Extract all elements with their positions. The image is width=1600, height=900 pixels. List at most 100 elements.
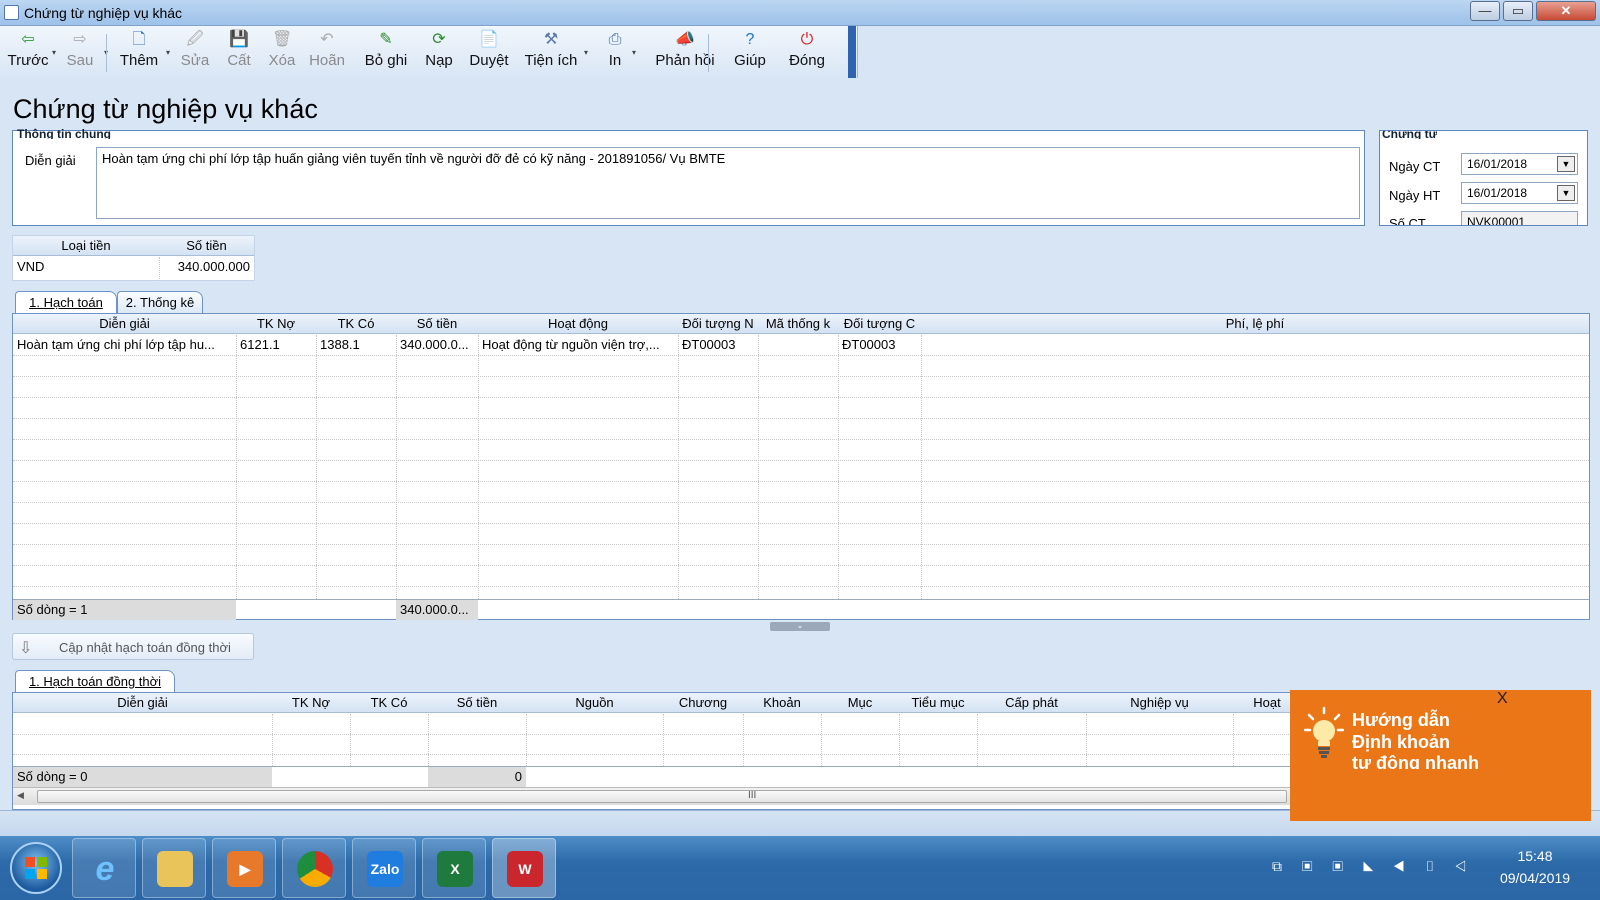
dropdown-arrow-icon[interactable]: ▾: [52, 48, 56, 57]
table-cell[interactable]: Hoạt động từ nguồn viện trợ,...: [478, 335, 678, 355]
toolbar-button-13[interactable]: ? Giúp: [730, 28, 770, 76]
column-header[interactable]: Khoản: [743, 693, 821, 713]
misa-icon: W: [507, 851, 543, 887]
maximize-button[interactable]: ▭: [1503, 1, 1533, 21]
chevron-down-icon[interactable]: ▼: [1557, 156, 1575, 172]
toolbar-button-3[interactable]: 🖉 Sửa: [175, 28, 215, 76]
table-cell[interactable]: ĐT00003: [678, 335, 758, 355]
column-header[interactable]: Đối tượng N: [678, 314, 758, 334]
toolbar-label: Đóng: [789, 52, 825, 69]
column-header[interactable]: Diễn giải: [13, 693, 272, 713]
toolbar-button-14[interactable]: ⏻ Đóng: [780, 28, 834, 76]
close-window-button[interactable]: ✕: [1536, 1, 1596, 21]
column-header[interactable]: Mục: [821, 693, 899, 713]
tray-icons[interactable]: ⧉ ▣ ▣ ◣ ◀ ▯ ◁: [1272, 858, 1474, 875]
column-header[interactable]: TK Nợ: [236, 314, 316, 334]
tab-hach-toan[interactable]: 1. Hạch toán: [15, 291, 117, 313]
toolbar-button-8[interactable]: ⟳ Nạp: [420, 28, 458, 76]
tab-hach-toan-dong-thoi[interactable]: 1. Hạch toán đồng thời: [15, 670, 175, 692]
column-header[interactable]: Hoạt động: [478, 314, 678, 334]
chevron-down-icon[interactable]: ▼: [1557, 185, 1575, 201]
voucher-group: Chứng từ Ngày CT 16/01/2018 ▼ Ngày HT 16…: [1379, 130, 1588, 226]
taskbar-app-4[interactable]: Zalo: [352, 838, 416, 898]
hint-popup[interactable]: Hướng dẫn Định khoản tự động nhanh X: [1290, 690, 1591, 821]
column-header[interactable]: Số tiền: [396, 314, 478, 334]
column-header[interactable]: Diễn giải: [13, 314, 236, 334]
column-header[interactable]: Mã thống k: [758, 314, 838, 334]
toolbar-button-2[interactable]: 🗋 Thêm ▾: [114, 28, 170, 76]
hint-line-1: Hướng dẫn: [1352, 710, 1450, 730]
clock-time[interactable]: 15:48: [1495, 848, 1575, 864]
windows-logo-icon: [25, 857, 47, 879]
toolbar-button-5[interactable]: 🗑 Xóa: [262, 28, 302, 76]
update-concurrent-button[interactable]: ⇩ Cập nhật hạch toán đồng thời: [12, 633, 254, 660]
tab-thong-ke[interactable]: 2. Thống kê: [117, 291, 203, 313]
table-cell[interactable]: Hoàn tạm ứng chi phí lớp tập hu...: [13, 335, 236, 355]
column-header[interactable]: Nguồn: [526, 693, 663, 713]
toolbar-overflow-strip[interactable]: [848, 26, 856, 78]
scroll-grip: III: [748, 790, 757, 801]
table-cell[interactable]: 340.000.0...: [396, 335, 478, 355]
approve-document-icon: 📄: [479, 31, 499, 48]
currency-amount[interactable]: 340.000.000: [159, 257, 254, 277]
column-header[interactable]: Số tiền: [428, 693, 526, 713]
column-header[interactable]: Loại tiền: [13, 236, 159, 256]
toolbar-button-10[interactable]: ⚒ Tiện ích ▾: [520, 28, 588, 76]
taskbar-app-5[interactable]: X: [422, 838, 486, 898]
hint-close-button[interactable]: X: [1497, 690, 1508, 708]
hint-line-3: tự động nhanh: [1352, 753, 1480, 769]
table-cell[interactable]: 1388.1: [316, 335, 396, 355]
date-ct-picker[interactable]: 16/01/2018 ▼: [1461, 153, 1578, 175]
table-cell[interactable]: [758, 335, 838, 355]
column-header[interactable]: Đối tượng C: [838, 314, 921, 334]
concurrent-grid: Diễn giải TK Nợ TK Có Số tiền Nguồn Chương Kho…: [12, 692, 1302, 810]
toolbar-button-1[interactable]: ⇨Sau▾: [58, 28, 108, 76]
description-field[interactable]: Hoàn tạm ứng chi phí lớp tập huấn giảng …: [96, 147, 1360, 219]
taskbar-app-3[interactable]: [282, 838, 346, 898]
column-header[interactable]: Tiểu mục: [899, 693, 977, 713]
scroll-left-icon[interactable]: ◀: [17, 790, 24, 801]
minimize-button[interactable]: —: [1470, 1, 1500, 21]
row-divider: [13, 586, 1589, 587]
dropdown-arrow-icon[interactable]: ▾: [166, 48, 170, 57]
table-cell[interactable]: ĐT00003: [838, 335, 921, 355]
splitter-handle[interactable]: ⌄: [770, 622, 830, 631]
toolbar-button-4[interactable]: 💾 Cất: [220, 28, 258, 76]
toolbar-button-0[interactable]: ⇦ Trước ▾: [6, 28, 57, 76]
horizontal-scrollbar[interactable]: ◀ III: [13, 787, 1301, 805]
toolbar-label: Nạp: [425, 52, 453, 69]
column-divider: [272, 714, 273, 766]
taskbar-app-6[interactable]: W: [492, 838, 556, 898]
zalo-icon: Zalo: [367, 851, 403, 887]
dropdown-arrow-icon[interactable]: ▾: [584, 48, 588, 57]
column-header[interactable]: TK Có: [350, 693, 428, 713]
toolbar-button-7[interactable]: ✎ Bỏ ghi: [358, 28, 414, 76]
column-header[interactable]: Chương: [663, 693, 743, 713]
feedback-megaphone-icon: 📣: [675, 31, 695, 48]
start-button[interactable]: [10, 842, 62, 894]
column-header[interactable]: TK Có: [316, 314, 396, 334]
column-header[interactable]: Nghiệp vụ: [1086, 693, 1233, 713]
column-divider: [1086, 714, 1087, 766]
scroll-thumb[interactable]: III: [37, 790, 1287, 803]
column-header[interactable]: Số tiền: [159, 236, 254, 256]
row-count: Số dòng = 0: [13, 767, 272, 787]
column-divider: [678, 335, 679, 599]
date-ht-picker[interactable]: 16/01/2018 ▼: [1461, 182, 1578, 204]
column-header[interactable]: Cấp phát: [977, 693, 1086, 713]
table-cell[interactable]: [921, 335, 1589, 355]
currency-code[interactable]: VND: [13, 257, 159, 277]
toolbar-button-6[interactable]: ↶ Hoãn: [303, 28, 351, 76]
column-header[interactable]: Phí, lệ phí: [921, 314, 1589, 334]
column-header[interactable]: TK Nợ: [272, 693, 350, 713]
dropdown-arrow-icon[interactable]: ▾: [632, 48, 636, 57]
table-cell[interactable]: 6121.1: [236, 335, 316, 355]
toolbar-button-9[interactable]: 📄 Duyệt: [464, 28, 514, 76]
column-divider: [159, 257, 160, 281]
taskbar-app-2[interactable]: ▶: [212, 838, 276, 898]
taskbar-app-0[interactable]: e: [72, 838, 136, 898]
taskbar-app-1[interactable]: [142, 838, 206, 898]
voucher-no-field[interactable]: NVK00001: [1461, 211, 1578, 225]
toolbar-button-11[interactable]: ⎙ In ▾: [600, 28, 636, 76]
clock-date[interactable]: 09/04/2019: [1495, 870, 1575, 886]
